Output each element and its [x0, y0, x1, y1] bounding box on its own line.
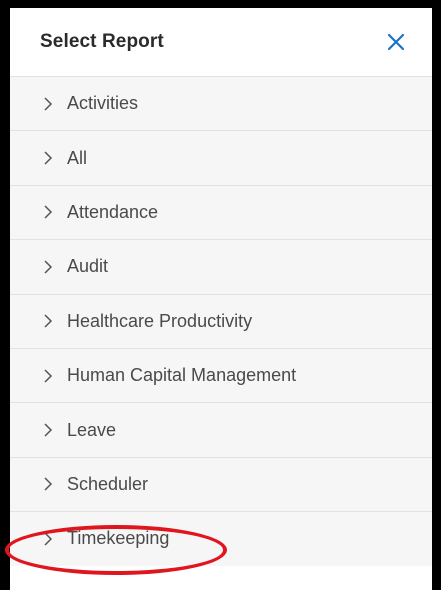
select-report-panel: Select Report Activities All Attendance: [10, 8, 432, 590]
chevron-right-icon: [41, 369, 55, 383]
report-item-label: Audit: [67, 256, 109, 277]
report-item-audit[interactable]: Audit: [10, 239, 432, 294]
chevron-right-icon: [41, 205, 55, 219]
report-item-label: Scheduler: [67, 473, 149, 494]
chevron-right-icon: [41, 151, 55, 165]
report-item-leave[interactable]: Leave: [10, 402, 432, 457]
panel-title: Select Report: [40, 31, 164, 52]
report-item-label: Attendance: [67, 201, 159, 222]
report-item-scheduler[interactable]: Scheduler: [10, 456, 432, 512]
report-item-attendance[interactable]: Attendance: [10, 184, 432, 240]
report-item-label: Leave: [67, 419, 117, 440]
report-item-activities[interactable]: Activities: [10, 76, 432, 131]
chevron-right-icon: [41, 423, 55, 437]
report-item-label: Healthcare Productivity: [67, 310, 253, 331]
report-item-label: All: [67, 147, 88, 168]
report-item-healthcare-productivity[interactable]: Healthcare Productivity: [10, 293, 432, 348]
close-button[interactable]: [382, 28, 410, 56]
report-item-label: Timekeeping: [67, 528, 170, 549]
close-icon: [387, 33, 405, 51]
report-list: Activities All Attendance Audit Healthca…: [10, 76, 432, 566]
report-item-human-capital-management[interactable]: Human Capital Management: [10, 347, 432, 403]
report-item-all[interactable]: All: [10, 130, 432, 185]
report-item-label: Activities: [67, 93, 139, 114]
chevron-right-icon: [41, 477, 55, 491]
chevron-right-icon: [41, 314, 55, 328]
report-item-timekeeping[interactable]: Timekeeping: [10, 511, 432, 566]
chevron-right-icon: [41, 260, 55, 274]
panel-header: Select Report: [10, 8, 432, 76]
chevron-right-icon: [41, 97, 55, 111]
report-item-label: Human Capital Management: [67, 365, 297, 386]
chevron-right-icon: [41, 532, 55, 546]
